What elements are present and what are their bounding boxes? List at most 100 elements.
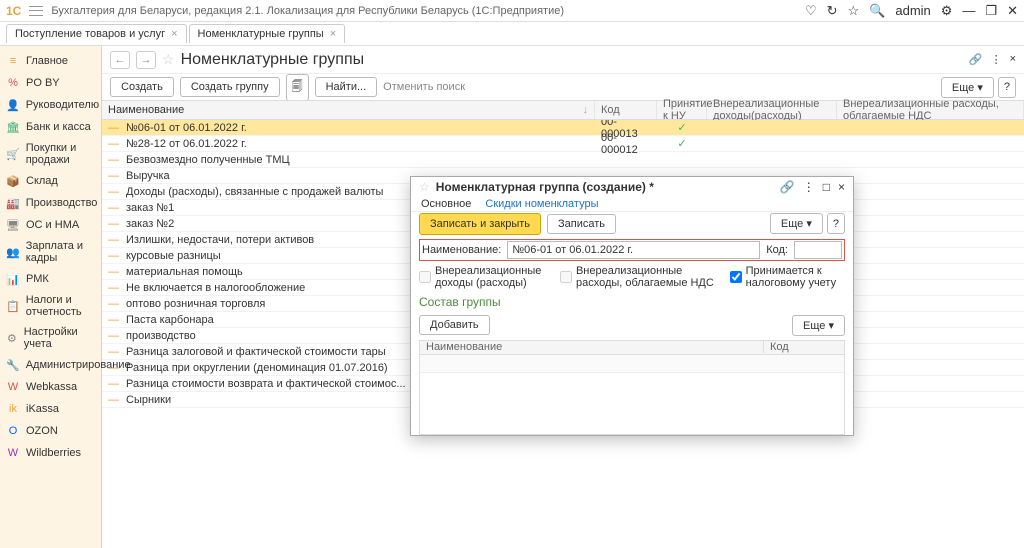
tab-close-icon[interactable]: ×	[171, 28, 177, 40]
create-button[interactable]: Создать	[110, 77, 174, 97]
row-code: 00-000012	[595, 132, 657, 156]
table-row[interactable]: —№06-01 от 06.01.2022 г.00-000013✓	[102, 120, 1024, 136]
sidebar-icon: O	[6, 424, 20, 438]
sidebar-item[interactable]: 🖥ОС и НМА	[0, 214, 101, 236]
sidebar-item[interactable]: %PO BY	[0, 72, 101, 94]
dialog-tab-main[interactable]: Основное	[421, 198, 471, 210]
row-marker-icon: —	[102, 250, 120, 262]
col-name[interactable]: Наименование↓	[102, 101, 595, 119]
sidebar-icon: ⚙	[6, 331, 18, 345]
row-name: Безвозмездно полученные ТМЦ	[120, 154, 595, 166]
row-marker-icon: —	[102, 202, 120, 214]
sidebar-item[interactable]: ⚙Настройки учета	[0, 322, 101, 354]
history-icon[interactable]: ↻	[827, 3, 838, 19]
dialog-close-icon[interactable]: ×	[838, 180, 845, 194]
cancel-find-button[interactable]: Отменить поиск	[383, 81, 465, 93]
sidebar-icon: ≡	[6, 54, 20, 68]
nav-fwd-button[interactable]: →	[136, 51, 156, 69]
sidebar-label: Зарплата и кадры	[26, 240, 95, 264]
table-header: Наименование↓ Код Принятие к НУ Внереали…	[102, 100, 1024, 120]
find-button[interactable]: Найти...	[315, 77, 378, 97]
sidebar-item[interactable]: WWildberries	[0, 442, 101, 464]
sidebar-item[interactable]: WWebkassa	[0, 376, 101, 398]
dialog-more-button[interactable]: Еще ▾	[770, 213, 823, 234]
row-marker-icon: —	[102, 298, 120, 310]
grid-more-button[interactable]: Еще ▾	[792, 315, 845, 336]
name-label: Наименование:	[422, 244, 501, 256]
col-nu[interactable]: Принятие к НУ	[657, 101, 707, 119]
tab-nomenclature-groups[interactable]: Номенклатурные группы×	[189, 24, 346, 43]
dialog-star-icon[interactable]: ☆	[419, 180, 430, 194]
sidebar-label: РМК	[26, 273, 49, 285]
search-icon[interactable]: 🔍	[869, 3, 885, 19]
sidebar-label: Главное	[26, 55, 68, 67]
col-vn[interactable]: Внереализационные расходы, облагаемые НД…	[837, 101, 1024, 119]
sidebar-label: Налоги и отчетность	[26, 294, 95, 318]
sidebar-icon: 📋	[6, 299, 20, 313]
sidebar-item[interactable]: 🔧Администрирование	[0, 354, 101, 376]
bell-icon[interactable]: ♡	[805, 3, 817, 19]
settings-icon[interactable]: ⚙	[941, 3, 953, 19]
favorite-icon[interactable]: ☆	[162, 51, 175, 68]
sidebar-item[interactable]: 👥Зарплата и кадры	[0, 236, 101, 268]
table-row[interactable]: —Безвозмездно полученные ТМЦ	[102, 152, 1024, 168]
row-nu: ✓	[657, 137, 707, 150]
tab-close-icon[interactable]: ×	[330, 28, 336, 40]
row-marker-icon: —	[102, 170, 120, 182]
minimize-icon[interactable]: —	[962, 3, 975, 18]
tab-receipt[interactable]: Поступление товаров и услуг×	[6, 24, 187, 43]
code-input[interactable]	[794, 241, 842, 259]
sidebar-item[interactable]: 🏛Банк и касса	[0, 116, 101, 138]
nav-back-button[interactable]: ←	[110, 51, 130, 69]
save-button[interactable]: Записать	[547, 214, 616, 234]
sidebar-item[interactable]: 🛒Покупки и продажи	[0, 138, 101, 170]
section-composition: Состав группы	[419, 293, 845, 311]
restore-icon[interactable]: ❐	[985, 3, 997, 19]
dialog-grid-body[interactable]	[419, 355, 845, 435]
row-marker-icon: —	[102, 138, 120, 150]
chk-tax[interactable]: Принимается к налоговому учету	[730, 265, 845, 289]
dialog-max-icon[interactable]: □	[823, 180, 830, 194]
sidebar-icon: %	[6, 76, 20, 90]
sidebar-item[interactable]: ≡ Главное	[0, 50, 101, 72]
copy-button[interactable]: 🗐	[286, 74, 309, 101]
dialog-help-button[interactable]: ?	[827, 213, 845, 234]
chk-vn-income[interactable]: Внереализационные доходы (расходы)	[419, 265, 554, 289]
create-group-button[interactable]: Создать группу	[180, 77, 280, 97]
sidebar-label: Покупки и продажи	[26, 142, 95, 166]
user-label[interactable]: admin	[895, 3, 930, 18]
close-icon[interactable]: ✕	[1007, 3, 1018, 19]
sidebar-item[interactable]: 📋 Налоги и отчетность	[0, 290, 101, 322]
sidebar-item[interactable]: 📊 РМК	[0, 268, 101, 290]
help-button[interactable]: ?	[998, 77, 1016, 98]
dialog-tab-discounts[interactable]: Скидки номенклатуры	[485, 198, 598, 210]
table-row[interactable]: —№28-12 от 06.01.2022 г.00-000012✓	[102, 136, 1024, 152]
sidebar-item[interactable]: 🏭Производство	[0, 192, 101, 214]
sidebar-item[interactable]: 📦Склад	[0, 170, 101, 192]
star-icon[interactable]: ☆	[848, 3, 860, 19]
app-title: Бухгалтерия для Беларуси, редакция 2.1. …	[51, 5, 797, 17]
more-button[interactable]: Еще ▾	[941, 77, 994, 98]
col-code[interactable]: Код	[595, 101, 657, 119]
sidebar-item[interactable]: OOZON	[0, 420, 101, 442]
add-button[interactable]: Добавить	[419, 315, 490, 335]
col-vd[interactable]: Внереализационные доходы(расходы)	[707, 101, 837, 119]
page-close-icon[interactable]: ×	[1010, 53, 1016, 66]
page-title: Номенклатурные группы	[181, 51, 365, 69]
dialog-more-icon[interactable]: ⋮	[803, 180, 815, 194]
more-vert-icon[interactable]: ⋮	[991, 53, 1002, 66]
row-marker-icon: —	[102, 394, 120, 406]
grid-col-code[interactable]: Код	[764, 341, 844, 353]
name-input[interactable]	[507, 241, 760, 259]
sidebar-icon: 🏛	[6, 120, 20, 134]
link-icon[interactable]: 🔗	[969, 53, 983, 66]
row-marker-icon: —	[102, 362, 120, 374]
menu-icon[interactable]	[29, 6, 43, 16]
save-close-button[interactable]: Записать и закрыть	[419, 213, 541, 235]
sidebar-icon: 📊	[6, 272, 20, 286]
sidebar-item[interactable]: 👤Руководителю	[0, 94, 101, 116]
sidebar-item[interactable]: ikiKassa	[0, 398, 101, 420]
grid-col-name[interactable]: Наименование	[420, 341, 764, 353]
chk-vn-expense[interactable]: Внереализационные расходы, облагаемые НД…	[560, 265, 724, 289]
dialog-link-icon[interactable]: 🔗	[780, 180, 795, 194]
